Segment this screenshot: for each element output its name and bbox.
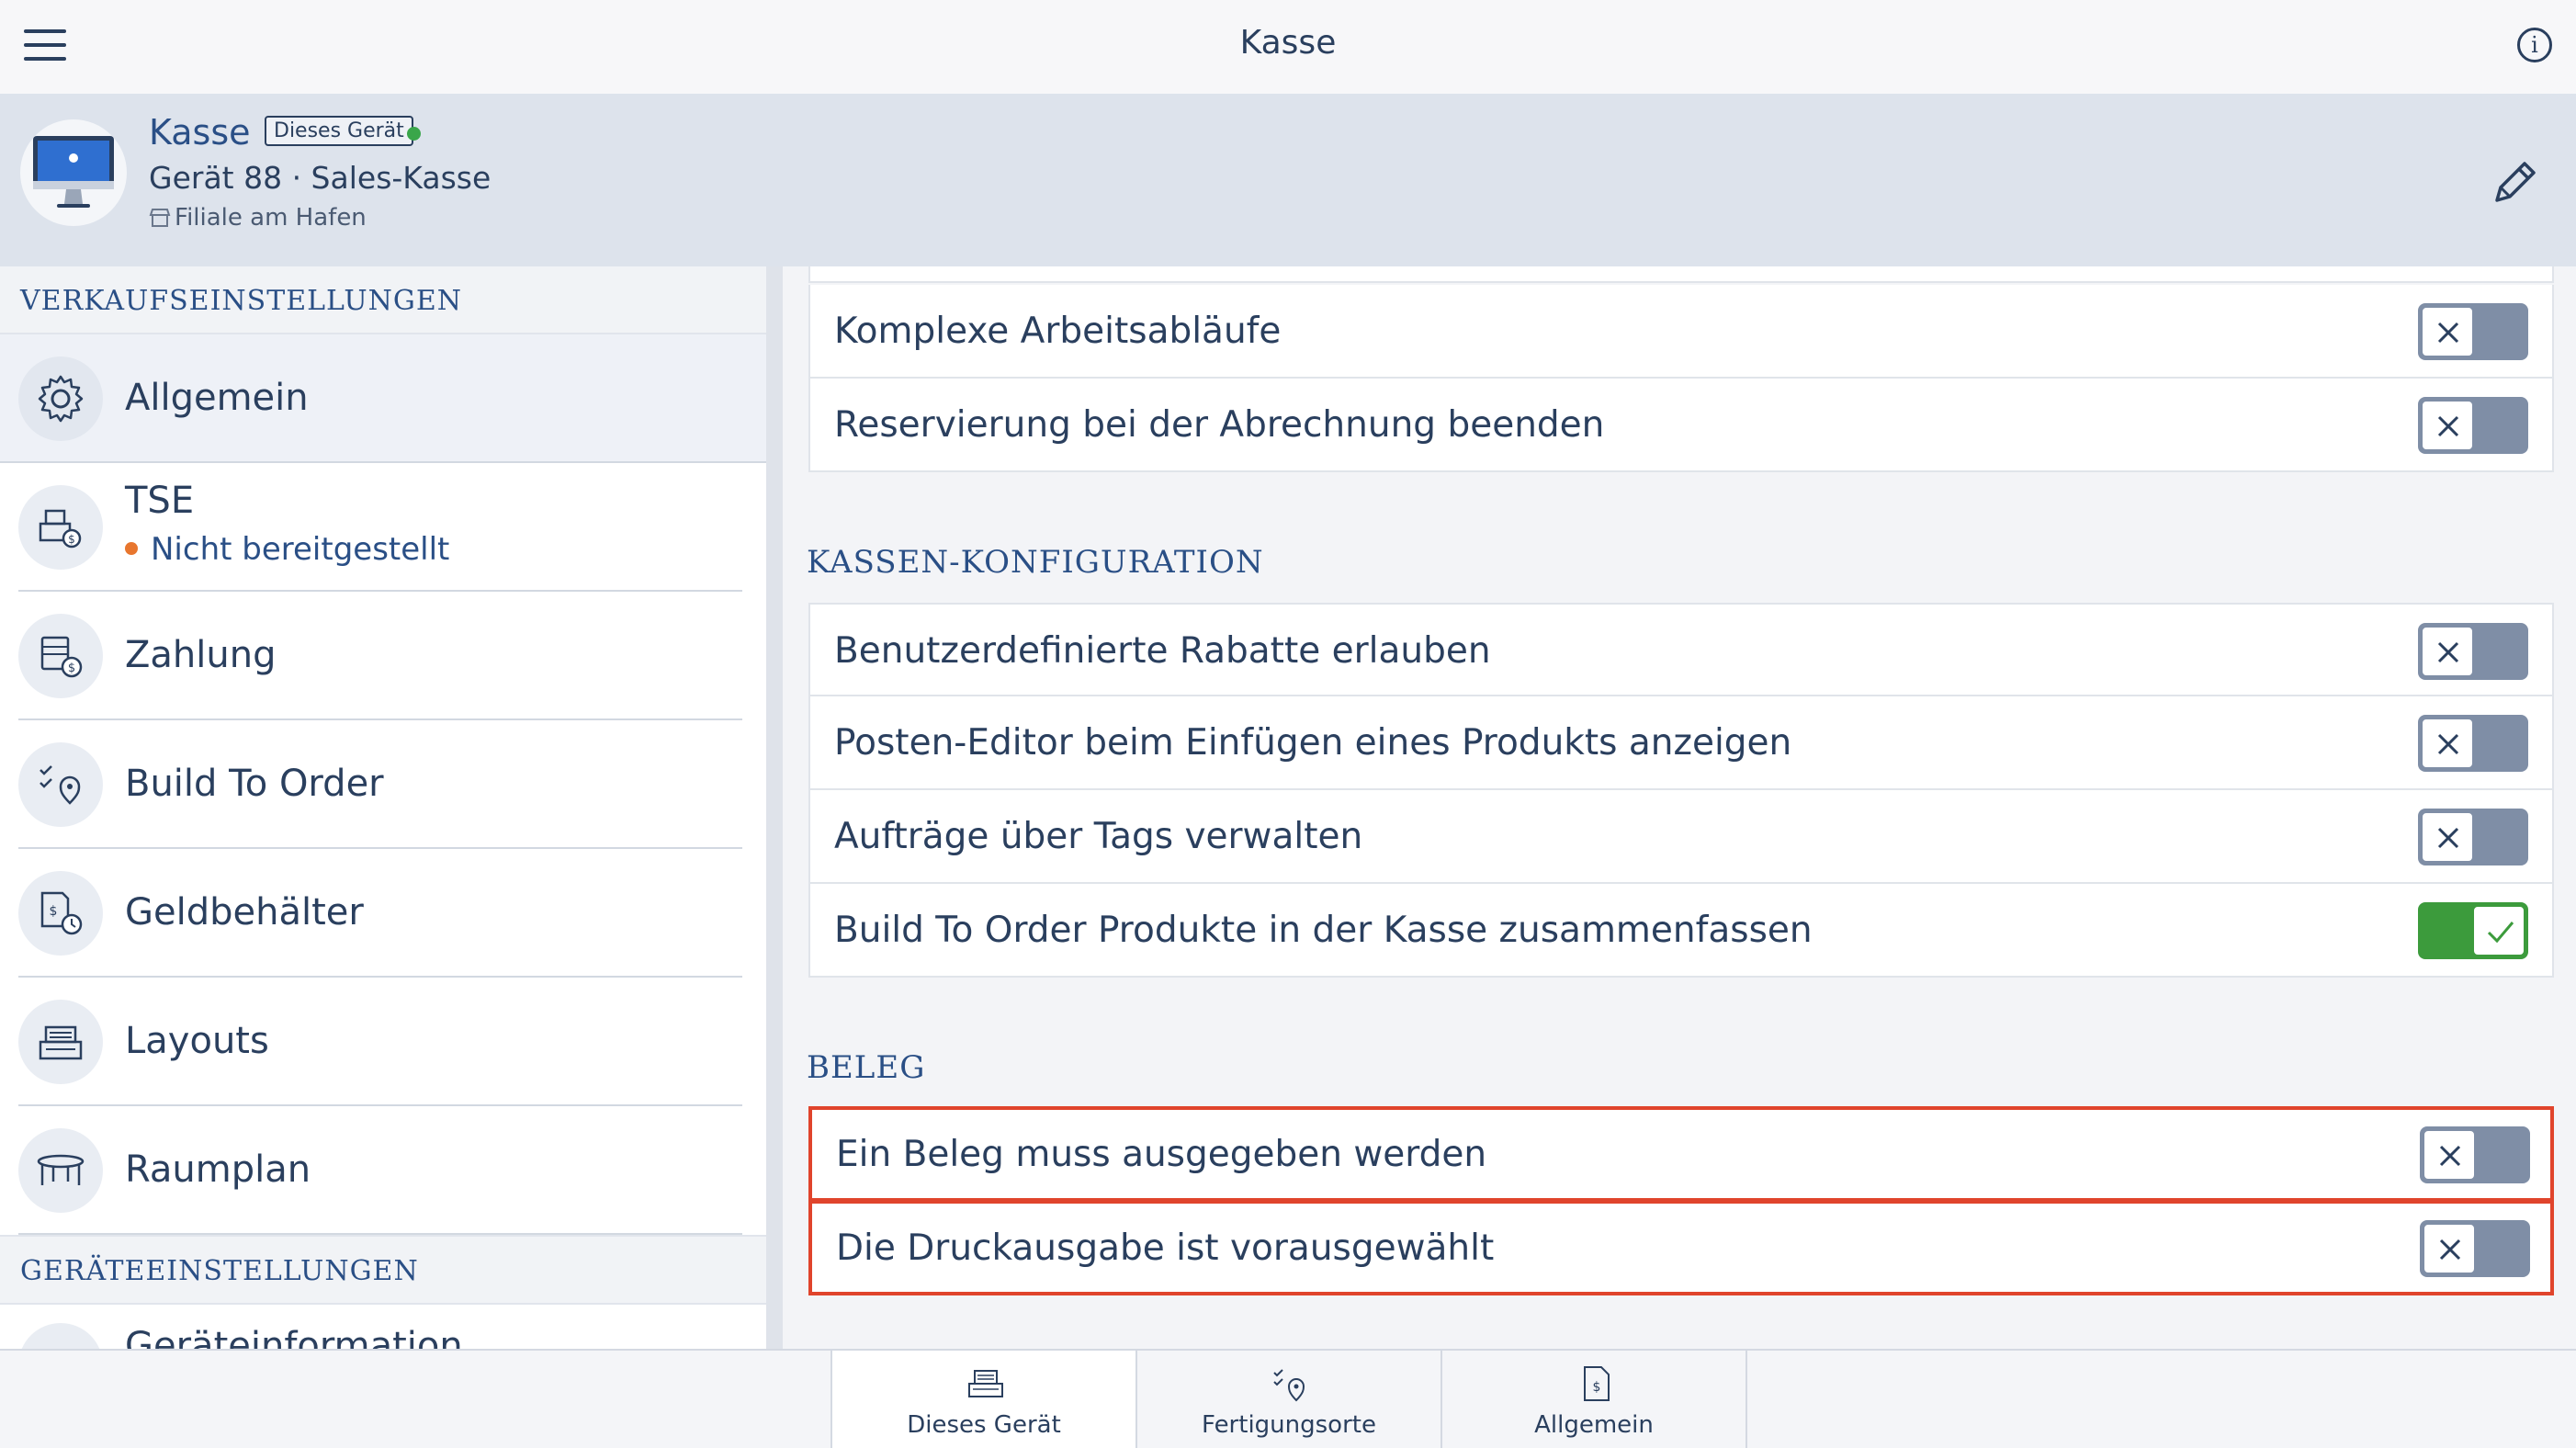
this-device-badge: Dieses Gerät <box>265 116 413 146</box>
posten-editor-toggle[interactable] <box>2418 715 2528 772</box>
monitor-icon <box>33 136 114 208</box>
reservierung-toggle[interactable] <box>2418 397 2528 454</box>
sidebar-section-sales: VERKAUFSEINSTELLUNGEN <box>0 266 766 334</box>
close-icon <box>2437 322 2459 344</box>
build-to-order-icon <box>18 742 103 827</box>
sidebar-item-label: Geldbehälter <box>125 891 364 933</box>
row-label: Die Druckausgabe ist vorausgewählt <box>836 1227 1495 1269</box>
settings-content: Komplexe Arbeitsabläufe Reservierung bei… <box>783 266 2576 1349</box>
rabatte-toggle[interactable] <box>2418 623 2528 680</box>
warning-status-dot <box>125 541 138 555</box>
sidebar-item-geldbehaelter[interactable]: $ Geldbehälter <box>18 849 742 978</box>
beleg-pflicht-toggle[interactable] <box>2420 1126 2530 1183</box>
close-icon <box>2439 1239 2461 1261</box>
row-label: Komplexe Arbeitsabläufe <box>834 311 1282 352</box>
tab-allgemein[interactable]: $ Allgemein <box>1441 1351 1747 1448</box>
sidebar-item-raumplan[interactable]: Raumplan <box>18 1106 742 1235</box>
druckausgabe-toggle[interactable] <box>2420 1220 2530 1277</box>
sidebar-item-geraeteinformation[interactable]: Geräteinformation <box>18 1305 742 1349</box>
sidebar-scrollbar[interactable] <box>766 266 783 1349</box>
tse-icon: $ <box>18 485 103 570</box>
top-bar: Kasse i <box>0 0 2576 96</box>
build-to-order-toggle[interactable] <box>2418 902 2528 959</box>
device-description: Gerät 88 · Sales-Kasse <box>149 160 491 196</box>
sidebar-item-label: TSE <box>125 480 195 522</box>
page-title: Kasse <box>1239 24 1337 62</box>
sidebar-item-tse[interactable]: $ TSE Nicht bereitgestellt <box>18 463 742 592</box>
settings-row-posten-editor[interactable]: Posten-Editor beim Einfügen eines Produk… <box>808 696 2554 790</box>
svg-text:$: $ <box>50 904 58 919</box>
store-icon <box>149 209 171 227</box>
settings-row-tags[interactable]: Aufträge über Tags verwalten <box>808 790 2554 884</box>
tags-toggle[interactable] <box>2418 809 2528 865</box>
row-label: Posten-Editor beim Einfügen eines Produk… <box>834 722 1792 764</box>
sidebar-item-label: Layouts <box>125 1020 269 1062</box>
settings-row-beleg-pflicht[interactable]: Ein Beleg muss ausgegeben werden <box>808 1106 2554 1202</box>
row-label: Benutzerdefinierte Rabatte erlauben <box>834 630 1491 672</box>
sidebar-section-device: GERÄTEEINSTELLUNGEN <box>0 1235 766 1305</box>
close-icon <box>2437 827 2459 849</box>
tse-status: Nicht bereitgestellt <box>125 531 449 568</box>
device-name: Kasse 1 <box>149 112 284 153</box>
row-label: Build To Order Produkte in der Kasse zus… <box>834 910 1813 951</box>
sidebar-item-layouts[interactable]: Layouts <box>18 978 742 1106</box>
settings-row-komplexe-ablaeufe[interactable]: Komplexe Arbeitsabläufe <box>808 285 2554 379</box>
svg-text:$: $ <box>1593 1380 1601 1395</box>
register-icon <box>18 1000 103 1084</box>
settings-row-rabatte[interactable]: Benutzerdefinierte Rabatte erlauben <box>808 603 2554 696</box>
row-label: Ein Beleg muss ausgegeben werden <box>836 1134 1487 1175</box>
sidebar-item-label: Raumplan <box>125 1148 311 1191</box>
info-icon[interactable]: i <box>2517 28 2552 62</box>
settings-row-reservierung[interactable]: Reservierung bei der Abrechnung beenden <box>808 379 2554 472</box>
device-location-label: Filiale am Hafen <box>175 204 367 232</box>
tab-label: Fertigungsorte <box>1202 1411 1376 1439</box>
checkmark-icon <box>2487 922 2514 944</box>
row-label: Aufträge über Tags verwalten <box>834 816 1363 857</box>
close-icon <box>2439 1145 2461 1167</box>
sidebar-item-build-to-order[interactable]: Build To Order <box>18 720 742 849</box>
tab-dieses-geraet[interactable]: Dieses Gerät <box>830 1351 1135 1448</box>
sidebar-item-label: Build To Order <box>125 763 384 805</box>
sidebar-item-zahlung[interactable]: $ Zahlung <box>18 592 742 720</box>
settings-row-partial <box>808 266 2554 283</box>
svg-text:$: $ <box>68 662 75 675</box>
register-icon <box>968 1370 1003 1397</box>
sidebar: VERKAUFSEINSTELLUNGEN Allgemein $ TSE Ni… <box>0 266 766 1349</box>
close-icon <box>2437 733 2459 755</box>
payment-icon: $ <box>18 614 103 698</box>
device-location: Filiale am Hafen <box>149 204 367 232</box>
komplexe-ablaeufe-toggle[interactable] <box>2418 303 2528 360</box>
edit-pencil-icon[interactable] <box>2490 156 2541 208</box>
sidebar-item-allgemein[interactable]: Allgemein <box>0 334 766 463</box>
sidebar-item-label: Allgemein <box>125 377 309 419</box>
sidebar-item-label: Zahlung <box>125 634 277 676</box>
tab-fertigungsorte[interactable]: Fertigungsorte <box>1135 1351 1441 1448</box>
settings-row-build-to-order[interactable]: Build To Order Produkte in der Kasse zus… <box>808 884 2554 978</box>
avatar <box>20 119 127 226</box>
online-status-dot <box>407 127 421 141</box>
info-icon <box>18 1323 103 1349</box>
section-beleg: BELEG <box>807 1049 926 1086</box>
document-dollar-icon: $ <box>1584 1366 1610 1401</box>
sidebar-item-label: Geräteinformation <box>125 1325 463 1349</box>
bottom-tab-bar: Dieses Gerät Fertigungsorte $ Allgemein <box>0 1349 2576 1448</box>
tse-status-text: Nicht bereitgestellt <box>151 531 450 568</box>
close-icon <box>2437 415 2459 437</box>
gear-icon <box>18 356 103 441</box>
cash-drawer-icon: $ <box>18 871 103 956</box>
table-icon <box>18 1128 103 1213</box>
row-label: Reservierung bei der Abrechnung beenden <box>834 404 1605 446</box>
tab-label: Dieses Gerät <box>907 1411 1061 1439</box>
tab-label: Allgemein <box>1534 1411 1654 1439</box>
device-header: Kasse 1 Dieses Gerät Gerät 88 · Sales-Ka… <box>0 94 2576 268</box>
close-icon <box>2437 641 2459 663</box>
settings-row-druckausgabe[interactable]: Die Druckausgabe ist vorausgewählt <box>808 1200 2554 1295</box>
svg-text:$: $ <box>68 533 75 546</box>
section-kassen-konfiguration: KASSEN-KONFIGURATION <box>807 544 1264 581</box>
location-check-icon <box>1273 1369 1305 1402</box>
